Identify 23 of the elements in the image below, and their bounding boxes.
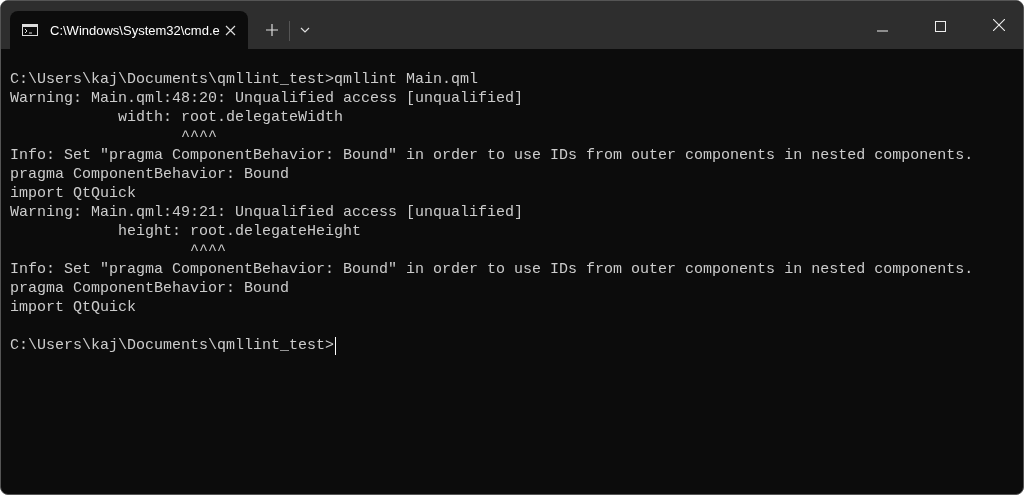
close-icon[interactable] — [993, 19, 1005, 31]
tab-title: C:\Windows\System32\cmd.e — [50, 22, 221, 38]
console-line: pragma ComponentBehavior: Bound — [10, 279, 290, 298]
console-line: ^^^^ — [180, 127, 218, 146]
console-line: C:\Users\kaj\Documents\qmllint_test>qmllint Main.qml — [10, 70, 479, 89]
console-line: Info: Set "pragma ComponentBehavior: Bound" in order to use IDs from outer components in nested components. — [10, 260, 974, 279]
console-line: Warning: Main.qml:49:21: Unqualified access [unqualified] — [10, 203, 524, 222]
console-line: Warning: Main.qml:48:20: Unqualified access [unqualified] — [10, 89, 524, 108]
dropdown-icon[interactable] — [300, 27, 310, 33]
terminal-icon — [22, 24, 38, 36]
console-line: import QtQuick — [10, 184, 137, 203]
text-cursor — [335, 336, 337, 355]
command-prompt: C:\Users\kaj\Documents\qmllint_test> — [10, 336, 335, 355]
console-line: Info: Set "pragma ComponentBehavior: Bound" in order to use IDs from outer components in nested components. — [10, 146, 974, 165]
console-line: width: root.delegateWidth — [117, 108, 344, 127]
console-line: pragma ComponentBehavior: Bound — [10, 165, 290, 184]
new-tab-icon[interactable] — [266, 24, 278, 36]
maximize-icon[interactable] — [935, 21, 946, 32]
console-line: ^^^^ — [189, 241, 227, 260]
terminal-tab[interactable]: C:\Windows\System32\cmd.e — [10, 11, 248, 49]
console-line: import QtQuick — [10, 298, 137, 317]
console-line: height: root.delegateHeight — [117, 222, 362, 241]
close-tab-icon[interactable] — [225, 24, 236, 36]
